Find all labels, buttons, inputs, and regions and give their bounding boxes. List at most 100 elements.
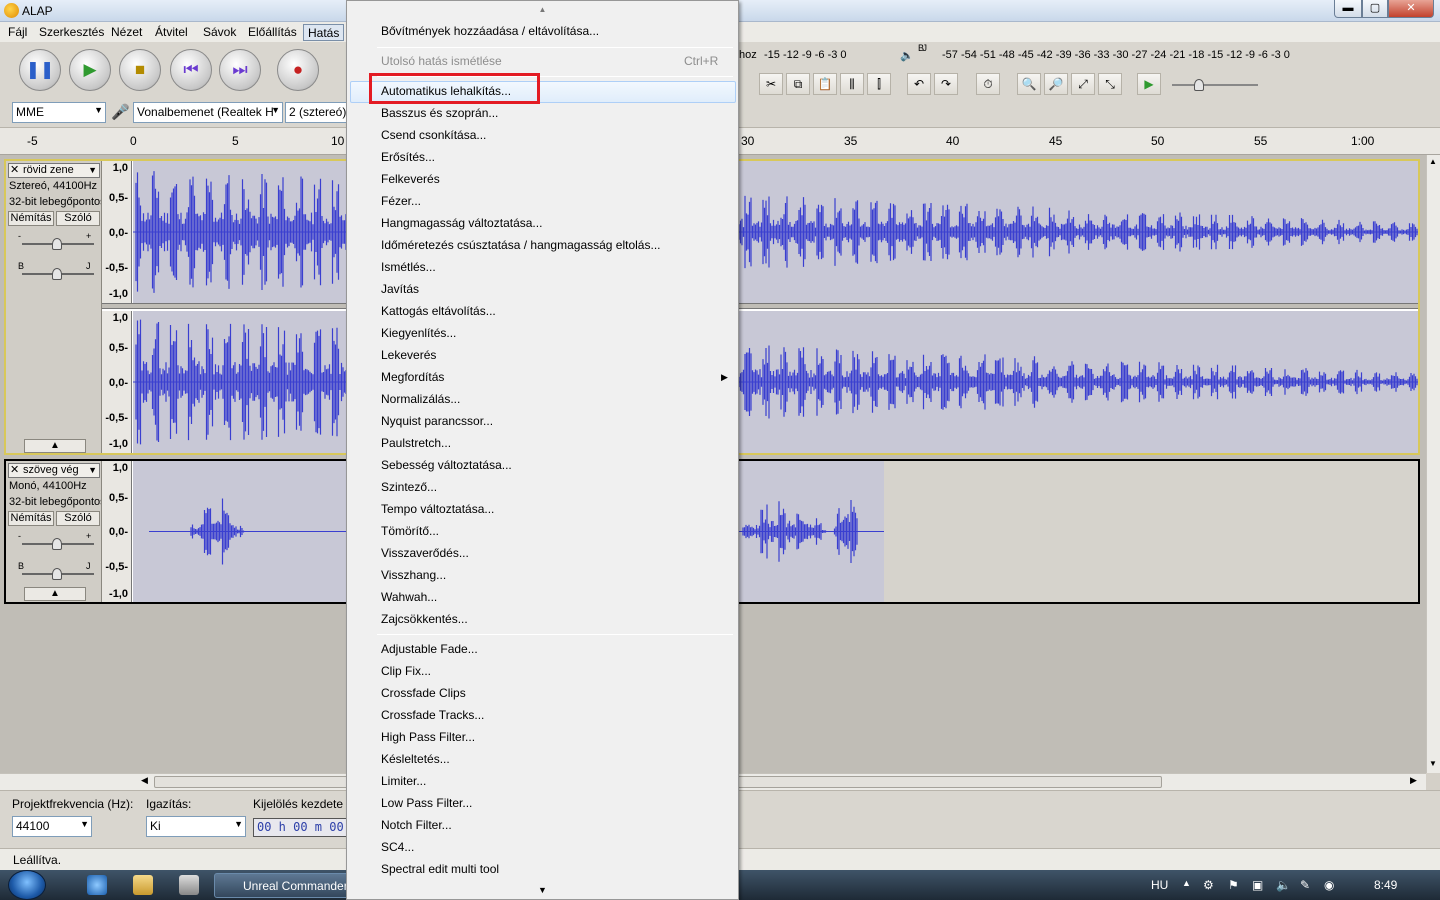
menu-scroll-down-icon[interactable]: ▼ (347, 881, 738, 899)
scroll-down-icon[interactable]: ▼ (1429, 759, 1437, 768)
menu-generate[interactable]: Előállítás (244, 24, 301, 41)
undo-icon[interactable]: ↶ (907, 73, 931, 95)
language-indicator[interactable]: HU (1151, 878, 1168, 892)
close-track-icon[interactable]: ✕ (10, 464, 19, 477)
menu-item-effect[interactable]: Paulstretch... (381, 432, 451, 454)
menu-item-effect[interactable]: Visszaverődés... (381, 542, 469, 564)
taskbar-task-unreal-commander[interactable]: Unreal Commander (214, 873, 354, 898)
cut-icon[interactable]: ✂ (759, 73, 783, 95)
gain-slider[interactable] (22, 538, 94, 550)
track-name-menu[interactable]: ✕ rövid zene ▼ (8, 163, 100, 178)
media-icon[interactable] (179, 875, 199, 895)
play-meter-scale[interactable]: -57 -54 -51 -48 -45 -42 -39 -36 -33 -30 … (942, 49, 1290, 61)
silence-icon[interactable]: ⫿ (867, 73, 891, 95)
menu-item-effect[interactable]: Basszus és szoprán... (381, 102, 498, 124)
menu-item-plugin-effect[interactable]: Notch Filter... (381, 814, 452, 836)
scroll-left-icon[interactable]: ◀ (141, 775, 148, 786)
menu-item-effect[interactable]: Tempo változtatása... (381, 498, 494, 520)
gain-knob[interactable] (52, 538, 62, 550)
menu-edit[interactable]: Szerkesztés (35, 24, 108, 41)
clock[interactable]: 8:49 (1374, 878, 1397, 892)
pause-button[interactable]: ❚❚ (19, 49, 61, 91)
volume-icon[interactable]: 🔈 (1276, 878, 1291, 892)
menu-item-plugin-effect[interactable]: Low Pass Filter... (381, 792, 472, 814)
vertical-scrollbar[interactable]: ▲ ▼ (1426, 155, 1440, 773)
menu-item-effect[interactable]: Szintező... (381, 476, 437, 498)
menu-item-effect[interactable]: Tömörítő... (381, 520, 439, 542)
skip-to-end-button[interactable]: ⏭ (219, 49, 261, 91)
maximize-button[interactable]: ▢ (1362, 0, 1388, 18)
menu-item-effect[interactable]: Visszhang... (381, 564, 446, 586)
close-button[interactable]: ✕ (1388, 0, 1434, 18)
menu-effect[interactable]: Hatás (303, 24, 345, 41)
menu-item-effect[interactable]: Lekeverés (381, 344, 436, 366)
menu-item-plugin-effect[interactable]: Crossfade Tracks... (381, 704, 484, 726)
zoom-out-icon[interactable]: 🔎 (1044, 73, 1068, 95)
trim-icon[interactable]: ⫼ (840, 73, 864, 95)
scroll-up-icon[interactable]: ▲ (1429, 157, 1437, 166)
flag-icon[interactable]: ⚑ (1228, 878, 1239, 892)
record-button[interactable]: ● (277, 49, 319, 91)
menu-item-effect[interactable]: Nyquist parancssor... (381, 410, 493, 432)
gain-slider[interactable] (22, 238, 94, 250)
menu-item-plugin-effect[interactable]: Adjustable Fade... (381, 638, 478, 660)
menu-item-plugin-effect[interactable]: Clip Fix... (381, 660, 431, 682)
mute-button[interactable]: Némítás (8, 511, 54, 526)
pan-knob[interactable] (52, 268, 62, 280)
close-track-icon[interactable]: ✕ (10, 164, 19, 177)
solo-button[interactable]: Szóló (56, 211, 100, 226)
network-icon[interactable]: ⚙ (1203, 878, 1214, 892)
menu-item-effect[interactable]: Hangmagasság változtatása... (381, 212, 542, 234)
menu-item-effect[interactable]: Megfordítás (381, 366, 444, 388)
zoom-in-icon[interactable]: 🔍 (1017, 73, 1041, 95)
menu-item-plugin-effect[interactable]: Késleltetés... (381, 748, 450, 770)
mute-button[interactable]: Némítás (8, 211, 54, 226)
security-icon[interactable]: ◉ (1324, 878, 1334, 892)
menu-item-effect[interactable]: Sebesség változtatása... (381, 454, 512, 476)
menu-item-effect[interactable]: Felkeverés (381, 168, 440, 190)
track-control-panel[interactable]: ✕ szöveg vég ▼ Monó, 44100Hz 32-bit lebegő… (6, 461, 102, 602)
skip-to-start-button[interactable]: ⏮ (170, 49, 212, 91)
pan-slider[interactable] (22, 268, 94, 280)
menu-item-effect[interactable]: Kattogás eltávolítás... (381, 300, 496, 322)
play-speed-slider[interactable] (1172, 79, 1258, 91)
menu-scroll-up-icon[interactable]: ▲ (347, 1, 738, 19)
solo-button[interactable]: Szóló (56, 511, 100, 526)
scroll-right-icon[interactable]: ▶ (1410, 775, 1417, 786)
menu-item-effect[interactable]: Fézer... (381, 190, 421, 212)
track-name-menu[interactable]: ✕ szöveg vég ▼ (8, 463, 100, 478)
play-speed-knob[interactable] (1194, 79, 1204, 91)
input-channels-select[interactable]: 2 (sztereó) (285, 102, 347, 123)
track-control-panel[interactable]: ✕ rövid zene ▼ Sztereó, 44100Hz 32-bit leb… (6, 161, 102, 453)
menu-item-plugin-effect[interactable]: High Pass Filter... (381, 726, 475, 748)
fit-selection-icon[interactable]: ⤢ (1071, 73, 1095, 95)
waveform-right-channel[interactable] (133, 311, 1418, 453)
waveform-left-channel[interactable] (133, 161, 1418, 303)
menu-item-plugin-effect[interactable]: Crossfade Clips (381, 682, 466, 704)
menu-item-effect[interactable]: Javítás (381, 278, 419, 300)
menu-item-effect[interactable]: Ismétlés... (381, 256, 436, 278)
menu-item-effect[interactable]: Időméretezés csúsztatása / hangmagasság … (381, 234, 661, 256)
input-device-select[interactable]: Vonalbemenet (Realtek H ▼ (133, 102, 283, 123)
record-meter-scale[interactable]: -15 -12 -9 -6 -3 0 (764, 49, 847, 61)
gain-knob[interactable] (52, 238, 62, 250)
selection-start-time[interactable]: 00 h 00 m 00 (253, 818, 347, 837)
menu-item-effect[interactable]: Erősítés... (381, 146, 435, 168)
menu-file[interactable]: Fájl (4, 24, 31, 41)
menu-item-effect[interactable]: Zajcsökkentés... (381, 608, 468, 630)
menu-item-plugin-effect[interactable]: Limiter... (381, 770, 426, 792)
menu-item-effect[interactable]: Csend csonkítása... (381, 124, 486, 146)
play-button[interactable]: ▶ (69, 49, 111, 91)
collapse-track-button[interactable]: ▲ (24, 439, 86, 453)
pan-slider[interactable] (22, 568, 94, 580)
play-at-speed-icon[interactable]: ▶ (1137, 73, 1161, 95)
menu-item-add-remove-plugins[interactable]: Bővítmények hozzáadása / eltávolítása... (381, 20, 599, 42)
explorer-icon[interactable] (133, 875, 153, 895)
menu-item-effect[interactable]: Kiegyenlítés... (381, 322, 456, 344)
pen-icon[interactable]: ✎ (1300, 878, 1310, 892)
paste-icon[interactable]: 📋 (813, 73, 837, 95)
menu-item-effect[interactable]: Normalizálás... (381, 388, 460, 410)
tray-expand-icon[interactable]: ▲ (1182, 878, 1191, 888)
menu-item-plugin-effect[interactable]: Spectral edit multi tool (381, 858, 499, 880)
display-icon[interactable]: ▣ (1252, 878, 1263, 892)
